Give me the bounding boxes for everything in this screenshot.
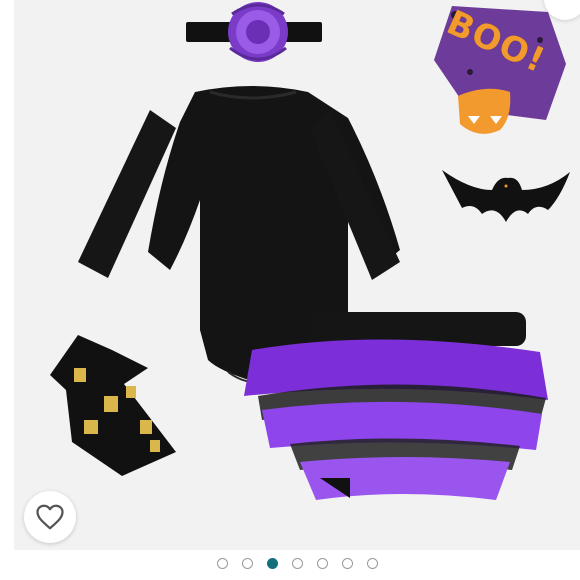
carousel-dot-7[interactable]	[366, 558, 378, 569]
haunted-house-decoration	[50, 335, 176, 476]
bat-decoration	[442, 170, 570, 222]
heart-outline-icon	[36, 504, 64, 530]
carousel-dot-5[interactable]	[316, 558, 328, 569]
carousel-dots	[0, 558, 580, 578]
carousel-dot-3[interactable]	[266, 558, 278, 569]
product-photo	[50, 2, 570, 500]
product-image-viewer[interactable]: BOO!	[0, 0, 580, 550]
carousel-dot-6[interactable]	[341, 558, 353, 569]
carousel-dot-1[interactable]	[216, 558, 228, 569]
headband	[186, 2, 322, 62]
carousel-dot-4[interactable]	[291, 558, 303, 569]
favorite-button[interactable]	[24, 491, 76, 543]
share-icon	[560, 0, 570, 4]
carousel-dot-2[interactable]	[241, 558, 253, 569]
boo-sign	[434, 6, 566, 134]
